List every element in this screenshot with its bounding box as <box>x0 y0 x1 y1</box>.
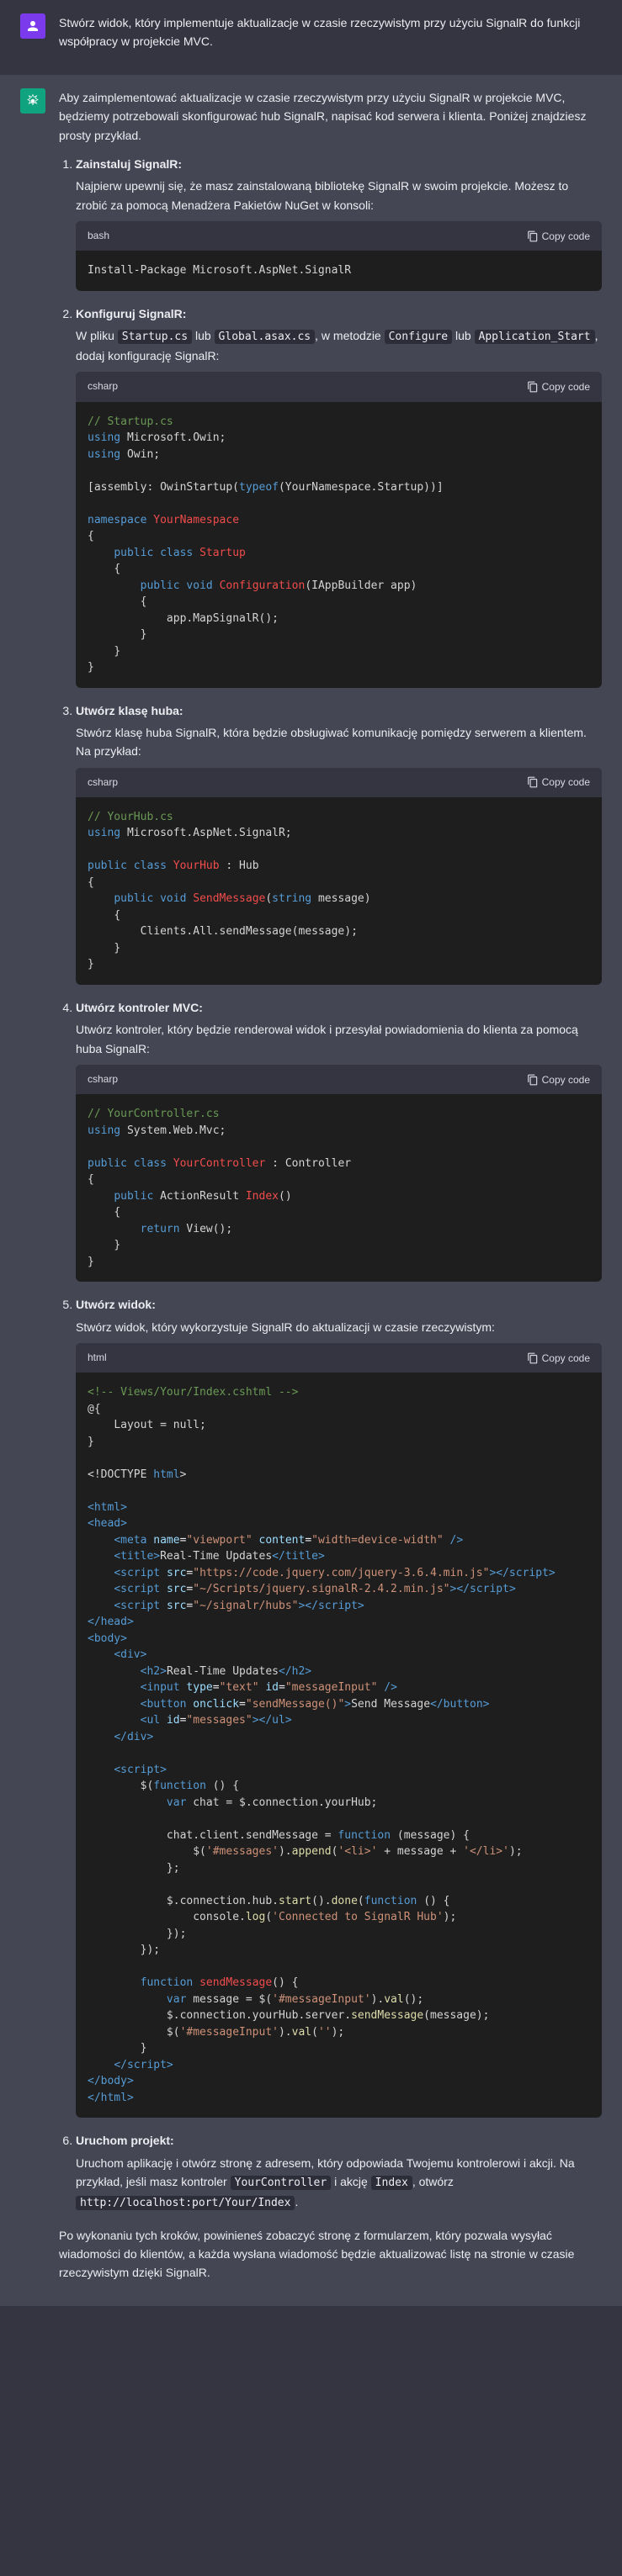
code-lang: csharp <box>88 378 118 394</box>
inline-code: http://localhost:port/Your/Index <box>76 2196 295 2210</box>
steps-list: Zainstaluj SignalR: Najpierw upewnij się… <box>59 155 602 2213</box>
code-content[interactable]: // YourHub.cs using Microsoft.AspNet.Sig… <box>76 797 602 985</box>
inline-code: Global.asax.cs <box>215 330 316 344</box>
step-desc: Stwórz widok, który wykorzystuje SignalR… <box>76 1318 602 1336</box>
outro-text: Po wykonaniu tych kroków, powinieneś zob… <box>59 2226 602 2282</box>
copy-icon <box>527 1074 539 1086</box>
copy-button[interactable]: Copy code <box>527 1074 590 1086</box>
intro-text: Aby zaimplementować aktualizacje w czasi… <box>59 88 602 145</box>
user-avatar <box>20 13 45 39</box>
copy-button[interactable]: Copy code <box>527 1352 590 1364</box>
step-2: Konfiguruj SignalR: W pliku Startup.cs l… <box>76 304 602 688</box>
copy-icon <box>527 381 539 393</box>
step-4: Utwórz kontroler MVC: Utwórz kontroler, … <box>76 998 602 1282</box>
inline-code: Application_Start <box>475 330 595 344</box>
copy-icon <box>527 1352 539 1364</box>
user-text: Stwórz widok, który implementuje aktuali… <box>59 13 602 51</box>
step-desc: Uruchom aplikację i otwórz stronę z adre… <box>76 2154 602 2213</box>
assistant-avatar <box>20 88 45 114</box>
copy-icon <box>527 776 539 788</box>
copy-button[interactable]: Copy code <box>527 776 590 788</box>
code-block-bash: bash Copy code Install-Package Microsoft.… <box>76 221 602 291</box>
step-title: Konfiguruj SignalR: <box>76 307 186 320</box>
code-content[interactable]: // YourController.cs using System.Web.Mv… <box>76 1094 602 1282</box>
code-block-html: html Copy code <!-- Views/Your/Index.csht… <box>76 1343 602 2118</box>
step-6: Uruchom projekt: Uruchom aplikację i otw… <box>76 2131 602 2212</box>
code-lang: csharp <box>88 775 118 791</box>
step-5: Utwórz widok: Stwórz widok, który wykorz… <box>76 1295 602 2118</box>
step-1: Zainstaluj SignalR: Najpierw upewnij się… <box>76 155 602 291</box>
assistant-message: Aby zaimplementować aktualizacje w czasi… <box>0 75 622 2306</box>
step-desc: Stwórz klasę huba SignalR, która będzie … <box>76 723 602 761</box>
inline-code: Configure <box>385 330 452 344</box>
step-3: Utwórz klasę huba: Stwórz klasę huba Sig… <box>76 701 602 985</box>
copy-button[interactable]: Copy code <box>527 230 590 242</box>
code-lang: html <box>88 1350 107 1366</box>
step-title: Utwórz klasę huba: <box>76 704 183 717</box>
code-lang: csharp <box>88 1071 118 1087</box>
inline-code: Startup.cs <box>118 330 192 344</box>
code-block-csharp: csharp Copy code // YourHub.cs using Micr… <box>76 768 602 985</box>
step-title: Zainstaluj SignalR: <box>76 157 182 171</box>
step-title: Utwórz kontroler MVC: <box>76 1001 203 1014</box>
step-title: Uruchom projekt: <box>76 2134 174 2147</box>
step-desc: W pliku Startup.cs lub Global.asax.cs, w… <box>76 326 602 365</box>
step-desc: Utwórz kontroler, który będzie renderowa… <box>76 1020 602 1058</box>
step-desc: Najpierw upewnij się, że masz zainstalow… <box>76 177 602 214</box>
copy-icon <box>527 230 539 242</box>
code-block-csharp: csharp Copy code // YourController.cs usi… <box>76 1065 602 1282</box>
code-content[interactable]: Install-Package Microsoft.AspNet.SignalR <box>76 251 602 291</box>
code-content[interactable]: <!-- Views/Your/Index.cshtml --> @{ Layo… <box>76 1373 602 2118</box>
inline-code: Index <box>371 2176 412 2190</box>
inline-code: YourController <box>231 2176 332 2190</box>
code-block-csharp: csharp Copy code // Startup.cs using Micr… <box>76 372 602 687</box>
user-message: Stwórz widok, który implementuje aktuali… <box>0 0 622 75</box>
step-title: Utwórz widok: <box>76 1298 156 1311</box>
code-lang: bash <box>88 228 109 244</box>
copy-button[interactable]: Copy code <box>527 381 590 393</box>
code-content[interactable]: // Startup.cs using Microsoft.Owin; usin… <box>76 402 602 688</box>
